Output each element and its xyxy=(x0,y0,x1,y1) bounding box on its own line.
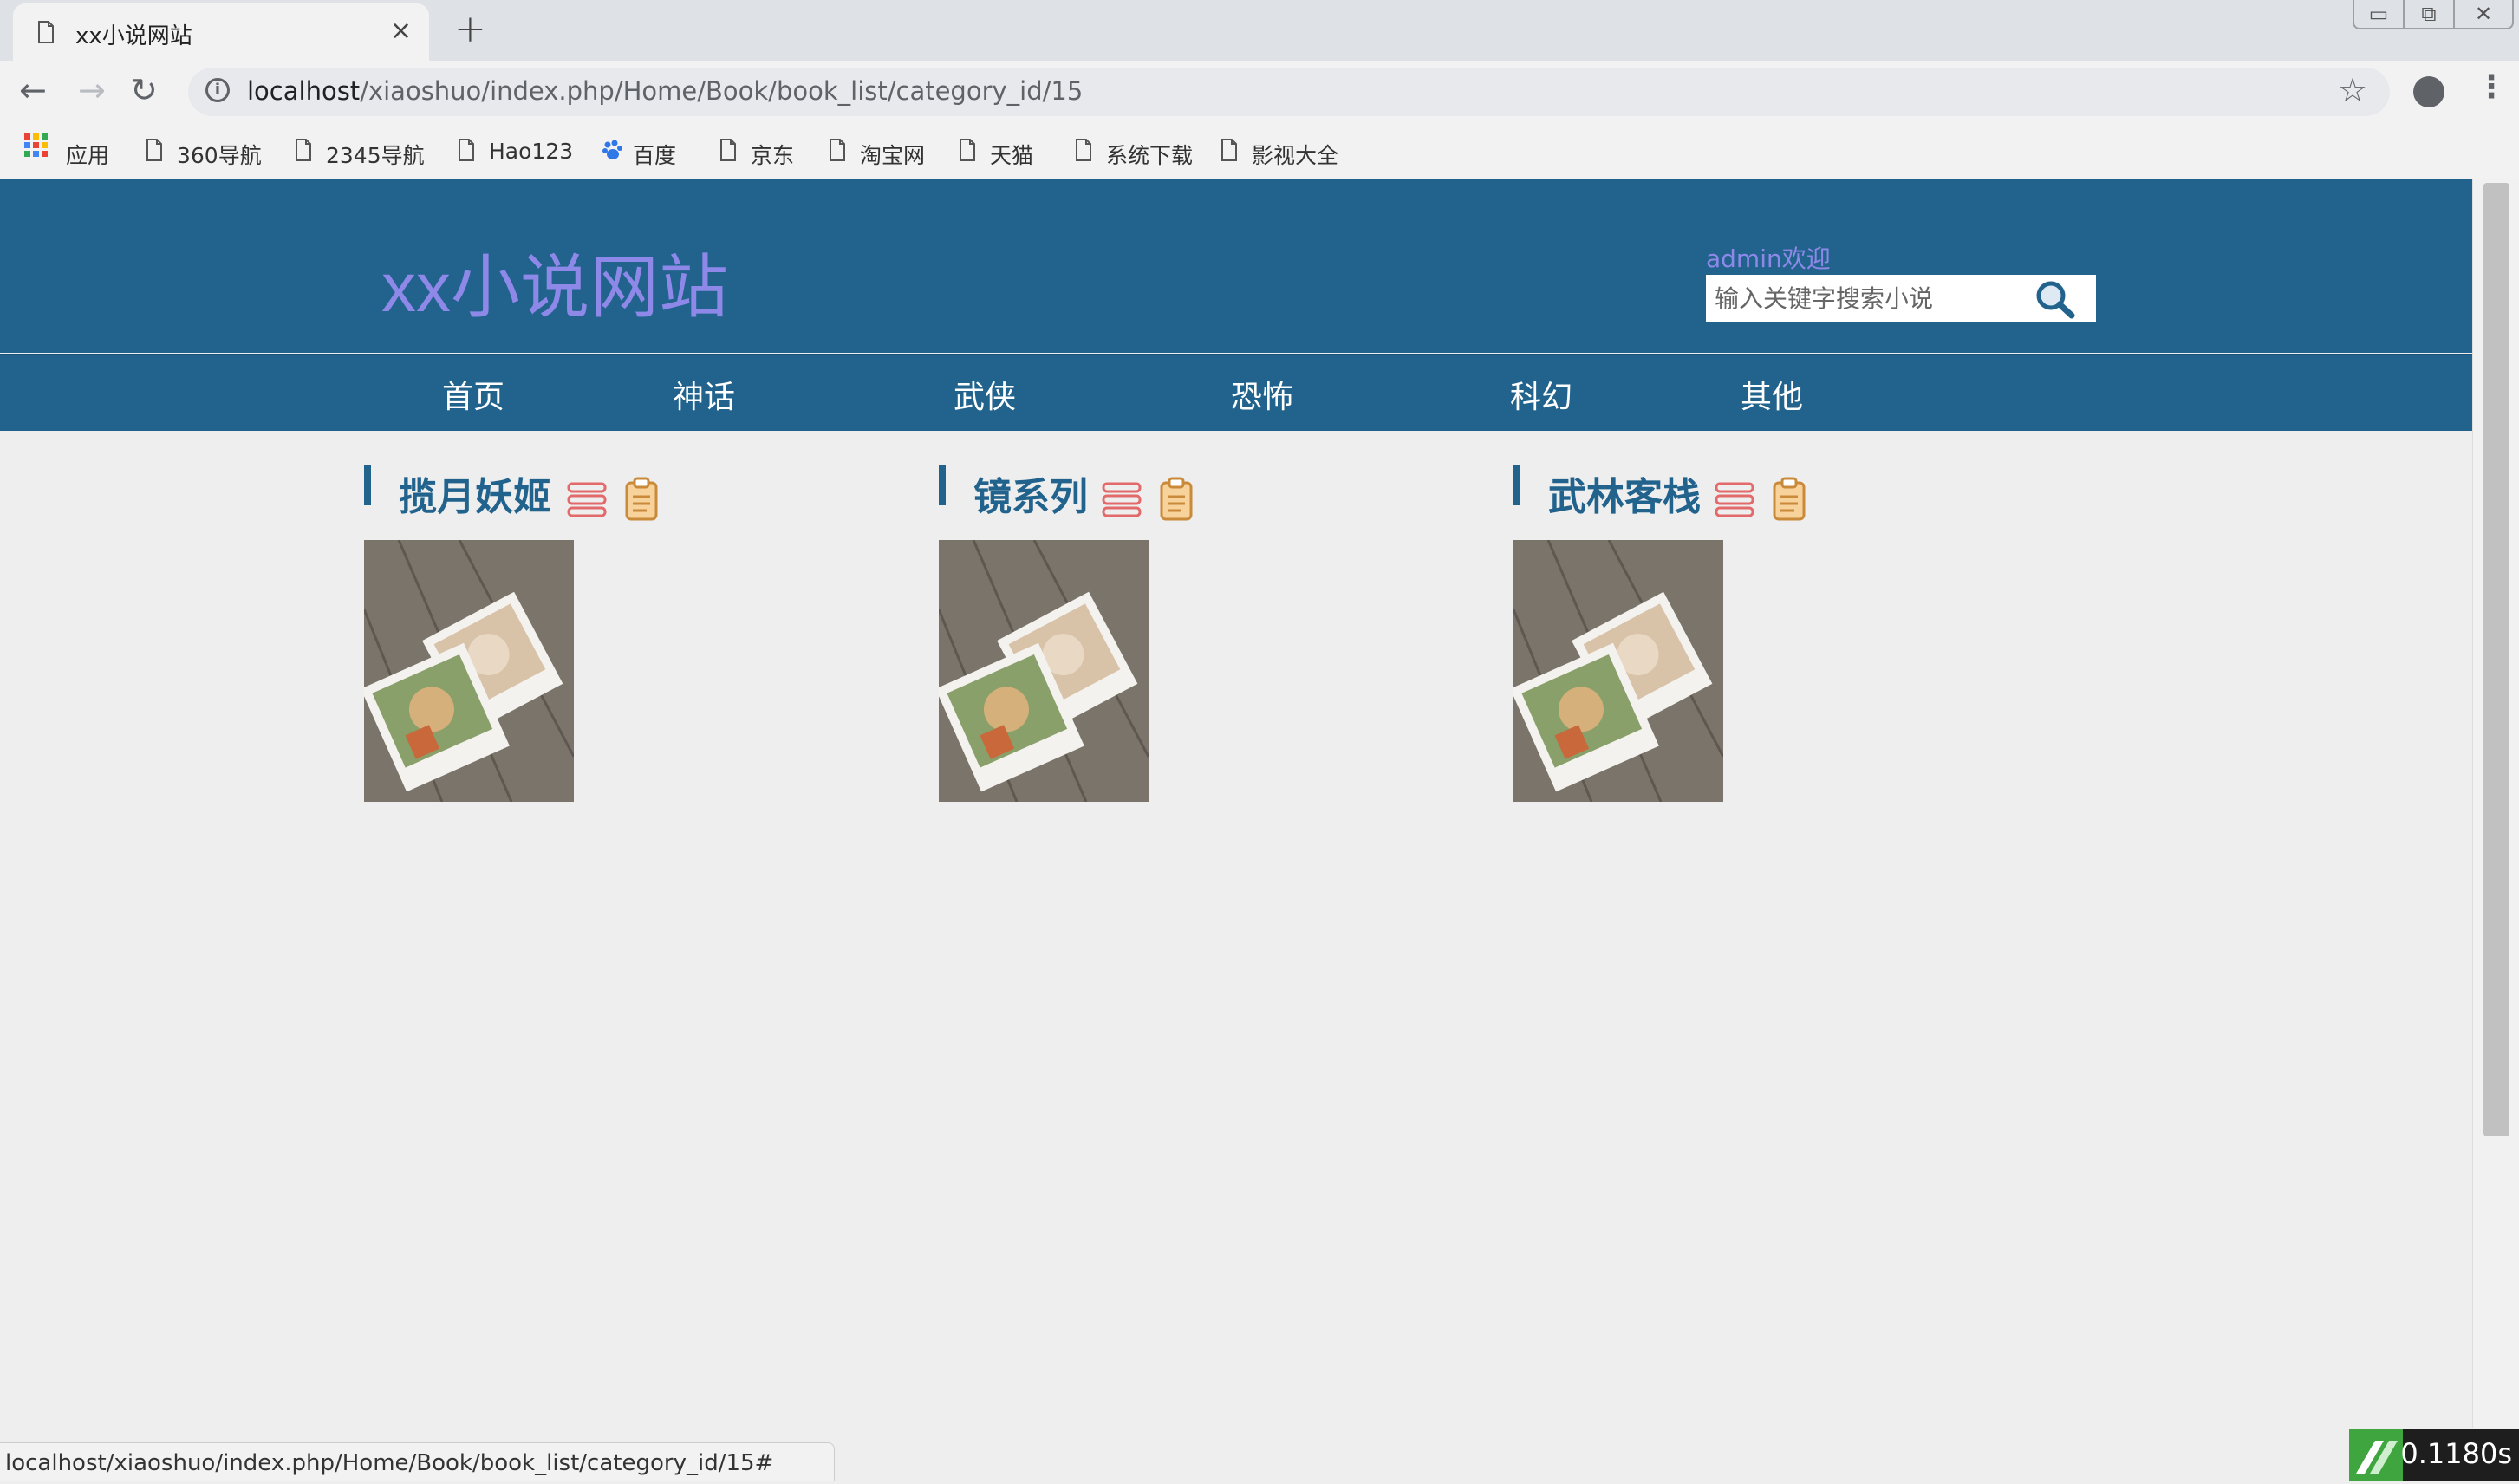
close-tab-icon[interactable]: × xyxy=(390,16,412,46)
admin-welcome-link[interactable]: admin欢迎 xyxy=(1706,240,1831,275)
bookmark-label: 淘宝网 xyxy=(860,143,926,168)
browser-tab-strip: xx小说网站 × + ▭ ⧉ ✕ xyxy=(0,0,2519,61)
nav-item-other[interactable]: 其他 xyxy=(1741,372,1803,417)
page-scrollbar[interactable] xyxy=(2472,179,2519,1428)
clipboard-icon[interactable] xyxy=(1770,476,1808,521)
close-window-button[interactable]: ✕ xyxy=(2453,0,2514,29)
page-icon xyxy=(459,139,474,161)
minimize-window-button[interactable]: ▭ xyxy=(2353,0,2405,29)
page-content: xx小说网站 admin欢迎 首页 神话 武侠 恐怖 科幻 其他 揽月妖姬 xyxy=(0,179,2472,1481)
nav-item-scifi[interactable]: 科幻 xyxy=(1510,372,1572,417)
search-box xyxy=(1706,275,2096,322)
address-bar[interactable]: i localhost/xiaoshuo/index.php/Home/Book… xyxy=(188,68,2390,116)
more-menu-icon[interactable]: ⋮ xyxy=(2476,69,2507,105)
page-icon xyxy=(830,139,845,161)
clipboard-icon[interactable] xyxy=(622,476,661,521)
nav-item-myth[interactable]: 神话 xyxy=(673,372,735,417)
apps-grid-dot xyxy=(42,151,48,157)
title-accent-bar xyxy=(364,465,371,505)
baidu-paw-icon xyxy=(602,140,622,159)
book-card: 揽月妖姬 xyxy=(364,465,797,812)
new-tab-button[interactable]: + xyxy=(454,7,486,51)
forward-arrow-icon[interactable]: → xyxy=(78,71,106,109)
bookmark-label: 应用 xyxy=(66,143,110,168)
site-header: xx小说网站 admin欢迎 xyxy=(0,179,2472,353)
apps-grid-dot xyxy=(24,142,30,148)
apps-grid-dot xyxy=(33,142,39,148)
book-cover-image[interactable] xyxy=(939,540,1149,802)
apps-grid-icon[interactable] xyxy=(24,133,50,159)
reload-icon[interactable]: ↻ xyxy=(130,71,158,109)
page-icon xyxy=(38,21,54,43)
apps-grid-dot xyxy=(42,133,48,140)
nav-item-horror[interactable]: 恐怖 xyxy=(1231,372,1293,417)
page-icon xyxy=(1076,139,1091,161)
back-arrow-icon[interactable]: ← xyxy=(19,71,47,109)
clipboard-icon[interactable] xyxy=(1157,476,1195,521)
restore-icon: ⧉ xyxy=(2421,2,2437,26)
book-card: 镜系列 xyxy=(939,465,1372,812)
status-bar: localhost/xiaoshuo/index.php/Home/Book/b… xyxy=(0,1442,835,1481)
bookmark-label: Hao123 xyxy=(489,139,574,164)
apps-grid-dot xyxy=(33,151,39,157)
site-info-icon[interactable]: i xyxy=(205,78,230,102)
bookmark-star-icon[interactable]: ☆ xyxy=(2338,71,2367,109)
tab-title: xx小说网站 xyxy=(75,23,192,49)
category-nav: 首页 神话 武侠 恐怖 科幻 其他 xyxy=(0,354,2472,431)
book-title[interactable]: 武林客栈 xyxy=(1548,465,1701,521)
chapter-list-icon[interactable] xyxy=(1715,481,1756,519)
nav-item-wuxia[interactable]: 武侠 xyxy=(954,372,1016,417)
page-icon xyxy=(1221,139,1237,161)
debug-logo-icon[interactable] xyxy=(2349,1429,2403,1481)
apps-grid-dot xyxy=(42,142,48,148)
account-avatar-icon[interactable] xyxy=(2413,76,2444,107)
apps-grid-dot xyxy=(24,151,30,157)
bookmark-label: 2345导航 xyxy=(326,143,425,168)
book-cover-image[interactable] xyxy=(364,540,574,802)
leaf-icon xyxy=(2356,1441,2398,1474)
browser-tab[interactable]: xx小说网站 × xyxy=(13,3,429,61)
browser-toolbar: ← → ↻ i localhost/xiaoshuo/index.php/Hom… xyxy=(0,61,2519,123)
search-icon[interactable] xyxy=(2034,278,2079,320)
page-icon xyxy=(146,139,162,161)
bookmark-label: 百度 xyxy=(633,143,677,168)
page-icon xyxy=(720,139,736,161)
url-path: /xiaoshuo/index.php/Home/Book/book_list/… xyxy=(360,76,1084,106)
book-title[interactable]: 揽月妖姬 xyxy=(399,465,551,521)
close-icon: ✕ xyxy=(2474,2,2493,26)
site-title[interactable]: xx小说网站 xyxy=(381,231,728,332)
scrollbar-thumb[interactable] xyxy=(2483,183,2509,1136)
apps-grid-dot xyxy=(33,133,39,140)
title-accent-bar xyxy=(939,465,946,505)
status-link-url: localhost/xiaoshuo/index.php/Home/Book/b… xyxy=(5,1450,774,1476)
page-icon xyxy=(296,139,311,161)
bookmark-label: 360导航 xyxy=(177,143,262,168)
minimize-icon: ▭ xyxy=(2368,2,2389,26)
book-title[interactable]: 镜系列 xyxy=(973,465,1088,521)
page-load-timer[interactable]: 0.1180s xyxy=(2400,1429,2519,1481)
url-host: localhost xyxy=(247,76,361,106)
bookmark-label: 系统下载 xyxy=(1106,143,1194,168)
page-icon xyxy=(960,139,975,161)
restore-window-button[interactable]: ⧉ xyxy=(2403,0,2455,29)
book-card: 武林客栈 xyxy=(1513,465,1947,812)
chapter-list-icon[interactable] xyxy=(567,481,609,519)
search-input[interactable] xyxy=(1706,275,2035,322)
nav-item-home[interactable]: 首页 xyxy=(442,372,504,417)
apps-grid-dot xyxy=(24,133,30,140)
timer-value: 0.1180s xyxy=(2400,1437,2512,1470)
bookmark-label: 天猫 xyxy=(990,143,1034,168)
bookmark-label: 京东 xyxy=(751,143,795,168)
bookmark-label: 影视大全 xyxy=(1252,143,1339,168)
url-text[interactable]: localhost/xiaoshuo/index.php/Home/Book/b… xyxy=(247,76,1083,106)
title-accent-bar xyxy=(1513,465,1520,505)
book-cover-image[interactable] xyxy=(1513,540,1723,802)
chapter-list-icon[interactable] xyxy=(1102,481,1143,519)
